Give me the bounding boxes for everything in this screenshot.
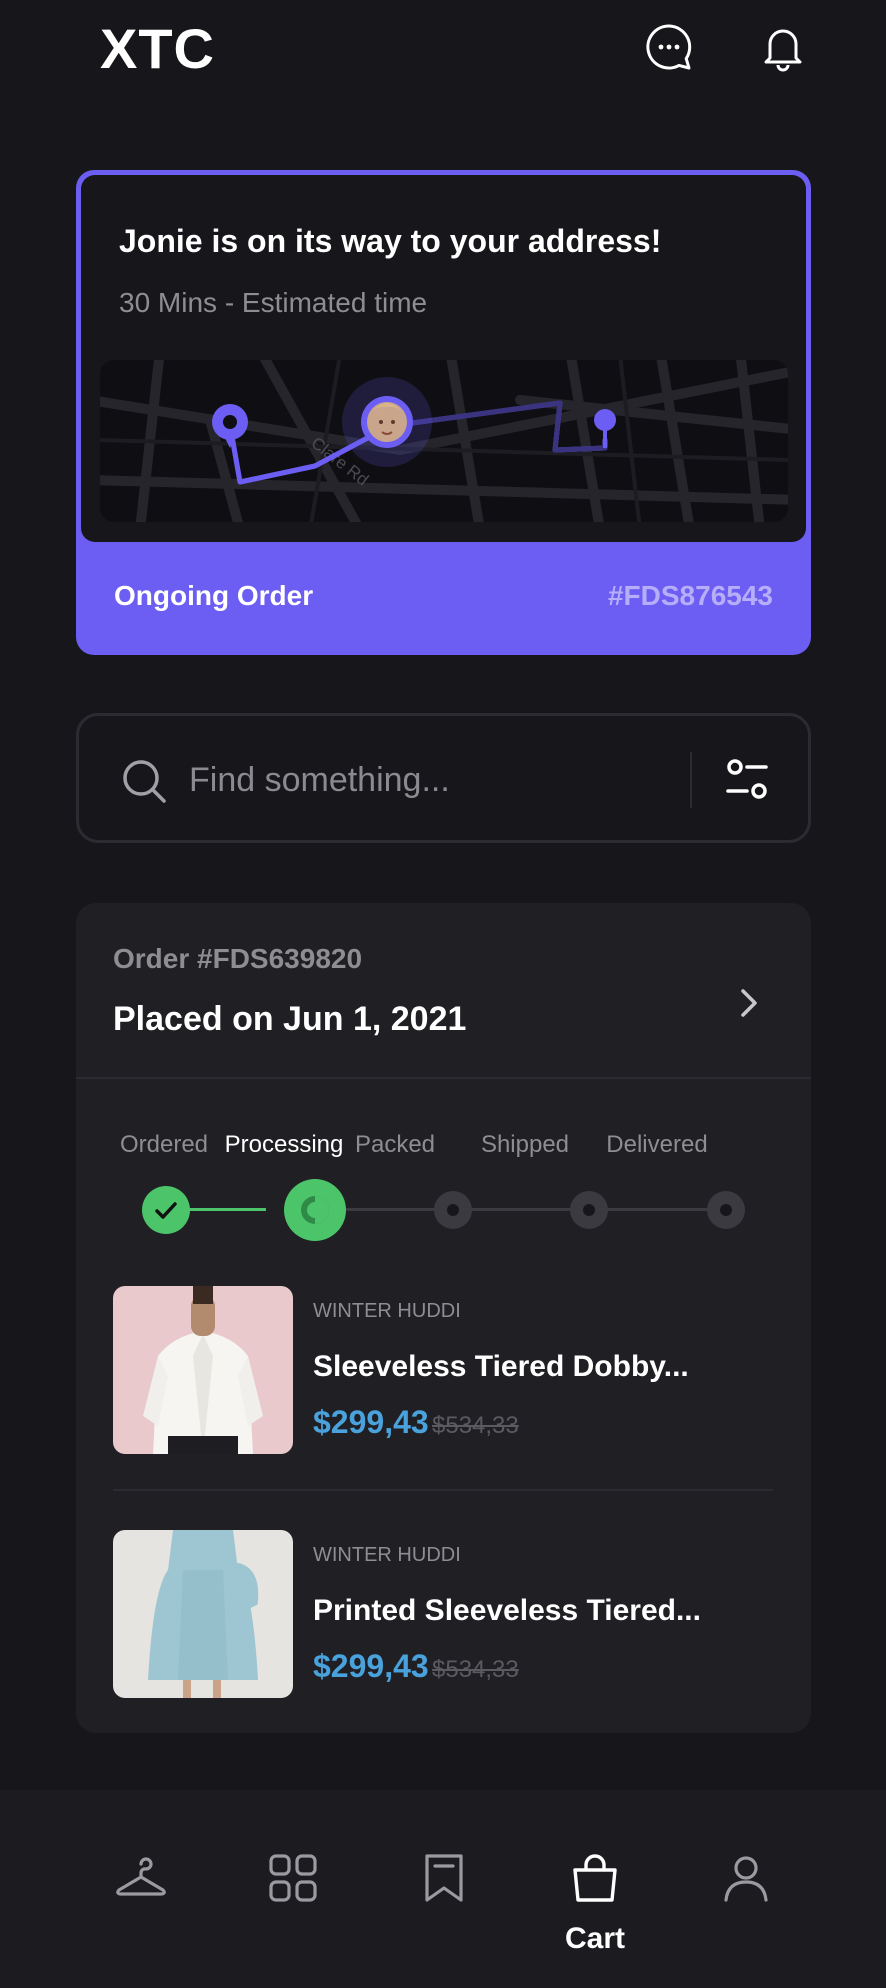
app-logo[interactable]: XTC	[100, 16, 215, 81]
progress-line-pending	[316, 1208, 716, 1211]
bookmark-icon	[425, 1854, 463, 1902]
product-price: $299,43	[313, 1648, 429, 1684]
grid-icon	[269, 1854, 317, 1902]
ongoing-order-code: #FDS876543	[607, 580, 773, 611]
tracking-panel: Jonie is on its way to your address! 30 …	[81, 175, 806, 542]
chevron-right-icon[interactable]	[733, 983, 765, 1023]
order-number: Order #FDS639820	[113, 943, 363, 974]
app-header: XTC	[0, 0, 886, 100]
chat-icon[interactable]	[644, 22, 694, 72]
step-dot-ordered	[142, 1186, 190, 1234]
order-item[interactable]: WINTER HUDDI Sleeveless Tiered Dobby... …	[113, 1286, 773, 1454]
order-card: Order #FDS639820 Placed on Jun 1, 2021 O…	[76, 903, 811, 1733]
search-divider	[690, 752, 692, 808]
filter-icon[interactable]	[722, 754, 772, 804]
delivery-map[interactable]: Clare Rd	[100, 360, 788, 522]
product-image	[113, 1530, 293, 1698]
step-label-packed: Packed	[354, 1131, 436, 1158]
loading-icon	[301, 1196, 329, 1224]
product-old-price: $534,33	[432, 1656, 519, 1683]
search-input[interactable]	[189, 752, 649, 808]
order-placed-date: Placed on Jun 1, 2021	[113, 1000, 467, 1038]
step-label-ordered: Ordered	[119, 1131, 209, 1158]
step-dot-processing	[284, 1179, 346, 1241]
nav-label-cart: Cart	[564, 1922, 625, 1955]
step-label-shipped: Shipped	[480, 1131, 570, 1158]
step-label-delivered: Delivered	[606, 1131, 708, 1158]
product-name[interactable]: Printed Sleeveless Tiered...	[313, 1594, 701, 1628]
product-old-price: $534,33	[432, 1412, 519, 1439]
nav-item-wardrobe[interactable]	[91, 1850, 191, 1950]
nav-item-cart[interactable]: Cart	[545, 1850, 645, 1955]
nav-item-profile[interactable]	[696, 1850, 796, 1950]
nav-item-saved[interactable]	[394, 1850, 494, 1950]
delivery-tracking-card[interactable]: Jonie is on its way to your address! 30 …	[76, 170, 811, 655]
step-dot-shipped	[570, 1191, 608, 1229]
divider	[76, 1077, 811, 1079]
check-icon	[155, 1202, 177, 1219]
bottom-navigation: Cart	[0, 1790, 886, 1988]
bag-icon	[573, 1854, 617, 1902]
divider	[113, 1489, 773, 1491]
hanger-icon	[116, 1857, 166, 1896]
order-progress: Ordered Processing Packed Shipped Delive…	[76, 1123, 811, 1253]
step-dot-packed	[434, 1191, 472, 1229]
order-item[interactable]: WINTER HUDDI Printed Sleeveless Tiered..…	[113, 1530, 773, 1698]
search-icon[interactable]	[121, 758, 167, 804]
nav-item-categories[interactable]	[243, 1850, 343, 1950]
estimated-time: 30 Mins - Estimated time	[119, 287, 428, 318]
bell-icon[interactable]	[758, 22, 808, 72]
product-image	[113, 1286, 293, 1454]
product-category: WINTER HUDDI	[313, 1300, 461, 1322]
ongoing-order-label: Ongoing Order	[114, 580, 314, 611]
product-name[interactable]: Sleeveless Tiered Dobby...	[313, 1350, 689, 1384]
user-icon	[724, 1856, 768, 1902]
step-dot-delivered	[707, 1191, 745, 1229]
tracking-title: Jonie is on its way to your address!	[119, 223, 662, 259]
product-price: $299,43	[313, 1404, 429, 1440]
product-category: WINTER HUDDI	[313, 1544, 461, 1566]
search-bar	[76, 713, 811, 843]
